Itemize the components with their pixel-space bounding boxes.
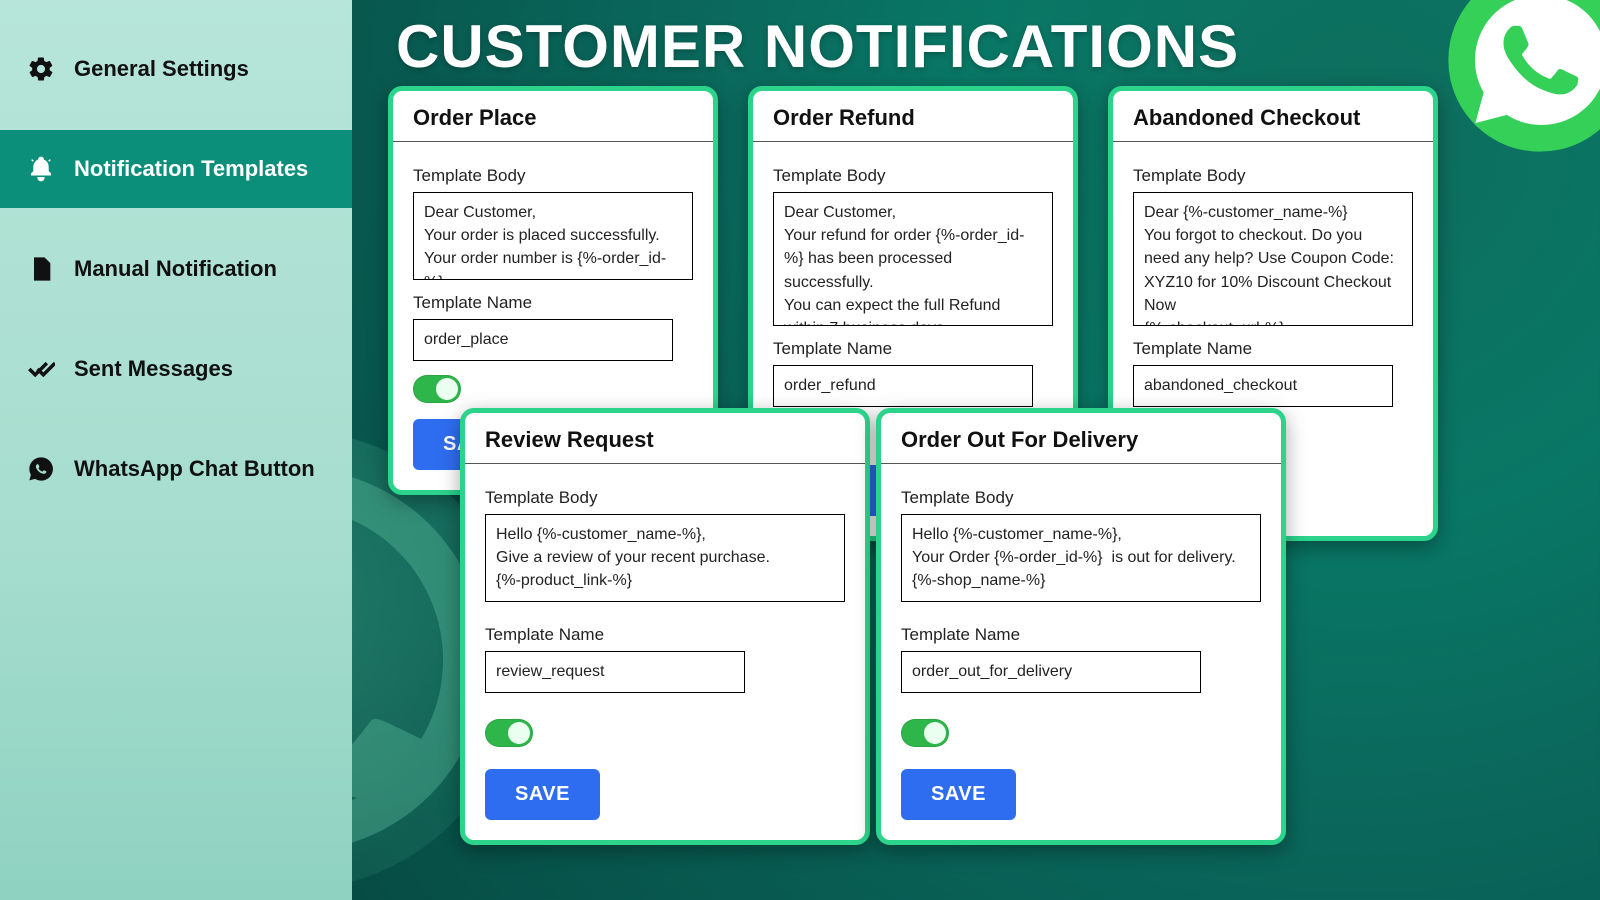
sidebar: General Settings Notification Templates … [0, 0, 352, 900]
sidebar-item-whatsapp-chat-button[interactable]: WhatsApp Chat Button [0, 430, 352, 508]
template-name-label: Template Name [773, 339, 1053, 359]
template-name-input[interactable] [901, 651, 1201, 693]
save-button[interactable]: SAVE [901, 769, 1016, 820]
enable-toggle[interactable] [413, 375, 461, 403]
template-body-input[interactable] [773, 192, 1053, 326]
whatsapp-icon [26, 454, 56, 484]
sidebar-item-label: Sent Messages [74, 356, 233, 382]
sidebar-item-general-settings[interactable]: General Settings [0, 30, 352, 108]
sidebar-item-label: Manual Notification [74, 256, 277, 282]
enable-toggle[interactable] [901, 719, 949, 747]
enable-toggle[interactable] [485, 719, 533, 747]
template-body-label: Template Body [773, 166, 1053, 186]
bell-icon [26, 154, 56, 184]
gear-icon [26, 54, 56, 84]
template-name-input[interactable] [485, 651, 745, 693]
double-check-icon [26, 354, 56, 384]
template-name-label: Template Name [485, 625, 845, 645]
sidebar-item-notification-templates[interactable]: Notification Templates [0, 130, 352, 208]
template-body-label: Template Body [901, 488, 1261, 508]
card-title: Order Out For Delivery [881, 413, 1281, 464]
card-title: Abandoned Checkout [1113, 91, 1433, 142]
template-name-label: Template Name [901, 625, 1261, 645]
template-body-input[interactable] [485, 514, 845, 602]
template-body-label: Template Body [1133, 166, 1413, 186]
sidebar-item-label: WhatsApp Chat Button [74, 456, 315, 482]
page-title: CUSTOMER NOTIFICATIONS [396, 12, 1600, 81]
save-button[interactable]: SAVE [485, 769, 600, 820]
card-review-request: Review Request Template Body Template Na… [460, 408, 870, 845]
sidebar-item-sent-messages[interactable]: Sent Messages [0, 330, 352, 408]
template-body-label: Template Body [485, 488, 845, 508]
template-body-input[interactable] [901, 514, 1261, 602]
template-name-label: Template Name [1133, 339, 1413, 359]
card-title: Review Request [465, 413, 865, 464]
sidebar-item-manual-notification[interactable]: Manual Notification [0, 230, 352, 308]
template-name-input[interactable] [413, 319, 673, 361]
main-content: CUSTOMER NOTIFICATIONS Order Place Templ… [352, 0, 1600, 900]
document-icon [26, 254, 56, 284]
card-title: Order Refund [753, 91, 1073, 142]
sidebar-item-label: Notification Templates [74, 156, 308, 182]
template-body-input[interactable] [413, 192, 693, 280]
template-body-label: Template Body [413, 166, 693, 186]
template-name-input[interactable] [773, 365, 1033, 407]
template-name-label: Template Name [413, 293, 693, 313]
card-order-out-for-delivery: Order Out For Delivery Template Body Tem… [876, 408, 1286, 845]
sidebar-item-label: General Settings [74, 56, 249, 82]
template-body-input[interactable] [1133, 192, 1413, 326]
card-title: Order Place [393, 91, 713, 142]
template-name-input[interactable] [1133, 365, 1393, 407]
